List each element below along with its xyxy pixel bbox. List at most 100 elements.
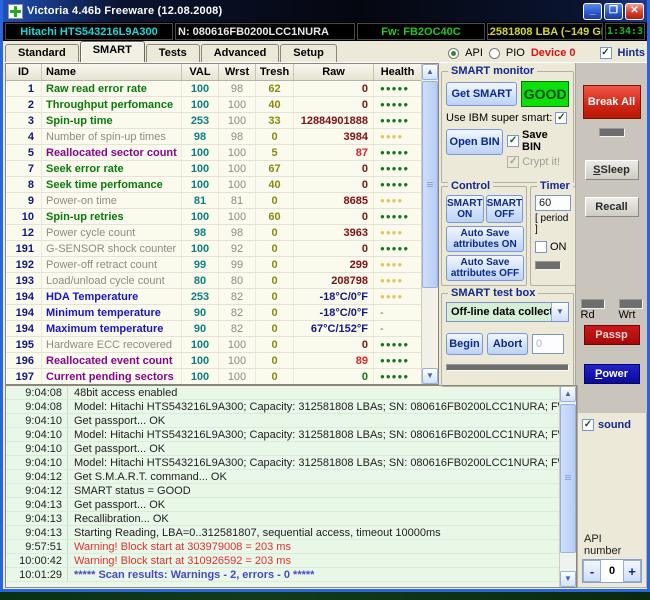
col-id[interactable]: ID [6,64,42,80]
begin-button[interactable]: Begin [446,333,483,355]
sleep-button[interactable]: SSleep [585,160,639,180]
log-row[interactable]: 9:04:12Get S.M.A.R.T. command... OK [6,470,559,484]
log-row[interactable]: 9:04:10Get passport... OK [6,414,559,428]
open-bin-button[interactable]: Open BIN [446,129,503,155]
scroll-down-icon[interactable]: ▼ [422,368,438,384]
sound-checkbox[interactable]: ✓ [582,419,594,431]
test-counter-input[interactable] [532,334,564,354]
desktop-background [0,592,650,600]
table-cell: 194 [6,305,42,320]
table-row[interactable]: 1Raw read error rate10098620●●●●● [6,81,421,97]
pio-radio[interactable] [489,48,500,59]
table-row[interactable]: 7Seek error rate100100670●●●●● [6,161,421,177]
break-all-button[interactable]: Break All [583,85,641,119]
table-row[interactable]: 12Power cycle count989803963●●●● [6,225,421,241]
log-row[interactable]: 9:04:10Model: Hitachi HTS543216L9A300; C… [6,456,559,470]
log-row[interactable]: 9:04:13Get passport... OK [6,498,559,512]
tab-standard[interactable]: Standard [5,44,79,62]
ibm-smart-checkbox[interactable]: ✓ [555,112,567,124]
table-row[interactable]: 194Minimum temperature90820-18°C/0°F- [6,305,421,321]
log-scroll-down-icon[interactable]: ▼ [560,571,576,587]
dropdown-arrow-icon[interactable]: ▼ [551,303,568,321]
table-row[interactable]: 9Power-on time818108685●●●● [6,193,421,209]
scroll-thumb[interactable] [422,81,438,288]
table-row[interactable]: 193Load/unload cycle count80800208798●●●… [6,273,421,289]
abort-button[interactable]: Abort [487,333,528,355]
table-cell: 98 [219,129,256,144]
table-row[interactable]: 194Maximum temperature9082067°C/152°F- [6,321,421,337]
log-message: 48bit access enabled [74,387,177,399]
col-name[interactable]: Name [42,64,182,80]
log-row[interactable]: 9:04:08Model: Hitachi HTS543216L9A300; C… [6,400,559,414]
table-row[interactable]: 5Reallocated sector count100100587●●●●● [6,145,421,161]
smart-monitor-group: SMART monitor Get SMART GOOD Use IBM sup… [441,71,574,183]
col-tresh[interactable]: Tresh [256,64,294,80]
maximize-button[interactable]: ❐ [604,3,623,20]
autosave-on-button[interactable]: Auto Save attributes ON [446,226,524,252]
table-row[interactable]: 195Hardware ECC recovered10010000●●●●● [6,337,421,353]
table-row[interactable]: 2Throughput perfomance100100400●●●●● [6,97,421,113]
table-row[interactable]: 196Reallocated event count100100089●●●●● [6,353,421,369]
smart-on-button[interactable]: SMART ON [446,195,484,223]
timer-on-checkbox[interactable]: ✓ [535,241,547,253]
passp-button[interactable]: Passp [584,325,640,345]
tab-advanced[interactable]: Advanced [201,44,280,62]
api-plus-button[interactable]: + [623,560,641,582]
log-row[interactable]: 9:57:51Warning! Block start at 303979008… [6,540,559,554]
test-select[interactable]: Off-line data collect ▼ [446,302,569,322]
autosave-off-button[interactable]: Auto Save attributes OFF [446,255,524,281]
table-row[interactable]: 191G-SENSOR shock counter1009200●●●●● [6,241,421,257]
table-row[interactable]: 8Seek time perfomance100100400●●●●● [6,177,421,193]
log-row[interactable]: 9:04:10Model: Hitachi HTS543216L9A300; C… [6,428,559,442]
timer-input[interactable] [535,195,571,211]
log-scroll-thumb[interactable] [560,404,576,553]
log-scrollbar[interactable]: ▲ ▼ [559,386,576,587]
smart-table: ID Name VAL Wrst Tresh Raw Health 1Raw r… [5,63,439,385]
smart-off-button[interactable]: SMART OFF [486,195,524,223]
tab-tests[interactable]: Tests [146,44,200,62]
tab-smart[interactable]: SMART [80,41,145,62]
log-message: Get S.M.A.R.T. command... OK [74,471,227,483]
table-cell: Maximum temperature [42,321,182,336]
tab-setup[interactable]: Setup [280,44,337,62]
table-cell: ●●●●● [374,177,421,192]
testbox-title: SMART test box [448,287,538,299]
table-row[interactable]: 10Spin-up retries100100600●●●●● [6,209,421,225]
api-minus-button[interactable]: - [583,560,601,582]
log-separator [67,456,68,469]
close-button[interactable]: ✕ [625,3,644,20]
log-row[interactable]: 9:04:10Get passport... OK [6,442,559,456]
table-cell: 99 [182,257,219,272]
hints-checkbox[interactable]: ✓ [600,47,612,59]
table-row[interactable]: 194HDA Temperature253820-18°C/0°F●●●● [6,289,421,305]
scroll-up-icon[interactable]: ▲ [422,64,438,80]
recall-button[interactable]: Recall [585,197,639,217]
table-row[interactable]: 197Current pending sectors10010000●●●●● [6,369,421,384]
log-row[interactable]: 10:01:29***** Scan results: Warnings - 2… [6,568,559,582]
table-row[interactable]: 192Power-off retract count99990299●●●● [6,257,421,273]
log-row[interactable]: 9:04:13Starting Reading, LBA=0..31258180… [6,526,559,540]
log-message: ***** Scan results: Warnings - 2, errors… [74,569,314,581]
log-scroll-up-icon[interactable]: ▲ [560,386,576,402]
log-row[interactable]: 9:04:0848bit access enabled [6,386,559,400]
power-label: ower [602,368,628,380]
table-cell: ●●●●● [374,81,421,96]
col-wrst[interactable]: Wrst [219,64,256,80]
log-row[interactable]: 9:04:12SMART status = GOOD [6,484,559,498]
get-smart-button[interactable]: Get SMART [446,82,517,106]
col-val[interactable]: VAL [182,64,219,80]
save-bin-checkbox[interactable]: ✓ [507,135,519,147]
crypt-checkbox[interactable]: ✓ [507,156,519,168]
log-separator [67,498,68,511]
api-radio[interactable] [448,48,459,59]
log-row[interactable]: 10:00:42Warning! Block start at 31092659… [6,554,559,568]
col-health[interactable]: Health [374,64,421,80]
col-raw[interactable]: Raw [294,64,374,80]
minimize-button[interactable]: _ [583,3,602,20]
power-button[interactable]: Power [584,364,640,384]
table-row[interactable]: 3Spin-up time2531003312884901888●●●●● [6,113,421,129]
log-time: 9:04:12 [6,485,62,497]
table-scrollbar[interactable]: ▲ ▼ [421,64,438,384]
table-row[interactable]: 4Number of spin-up times989803984●●●● [6,129,421,145]
log-row[interactable]: 9:04:13Recallibration... OK [6,512,559,526]
